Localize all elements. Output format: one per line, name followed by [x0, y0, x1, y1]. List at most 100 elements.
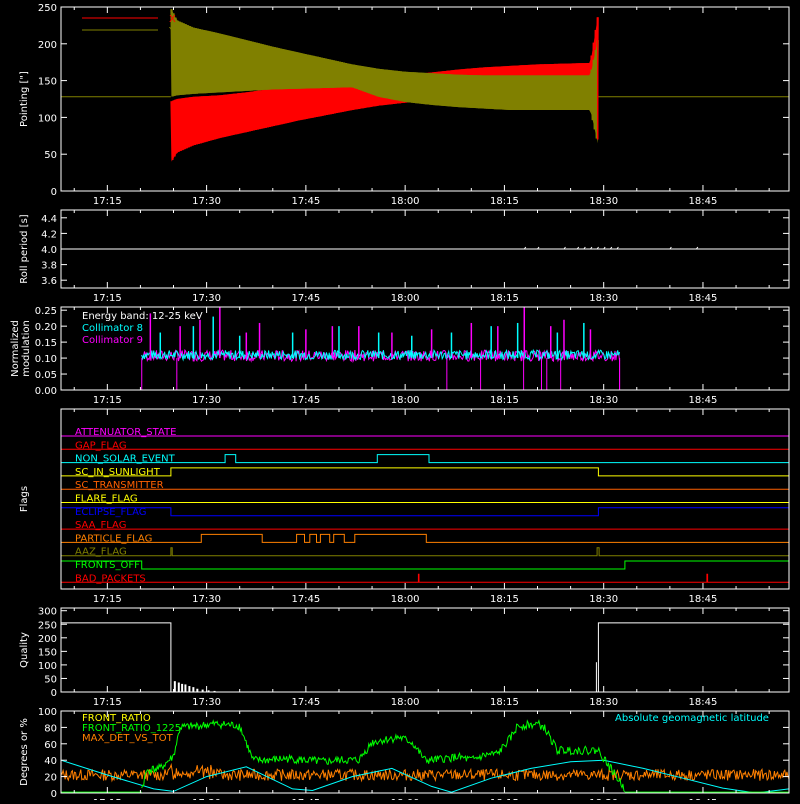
- x-tick-label: 18:15: [490, 395, 519, 406]
- roll-panel: 17:15 17:30 17:45 18:00 18:15 18:30 18:45 Roll …: [19, 209, 790, 304]
- x-tick-label: 18:00: [391, 594, 420, 605]
- x-tick-label: 17:15: [93, 196, 122, 207]
- x-tick-label: 17:15: [93, 395, 122, 406]
- x-tick-label: 18:00: [391, 196, 420, 207]
- modulation-panel: Energy band: 12-25 keVCollimator 8Collim…: [10, 306, 790, 406]
- x-tick-label: 18:15: [490, 293, 519, 304]
- x-tick-label: 18:00: [391, 697, 420, 708]
- plot-stage: X Y 17:15 17:30 17:45 18:00 18:15 18:30 18:45 Poi…: [0, 0, 800, 804]
- geomagnetic-latitude-annotation: Absolute geomagnetic latitude: [615, 713, 769, 724]
- y-tick-label: 0.00: [35, 386, 57, 397]
- y-tick-label: 0: [51, 789, 57, 800]
- x-tick-label: 18:45: [689, 196, 718, 207]
- x-tick-label: 18:45: [689, 395, 718, 406]
- x-tick-label: 18:30: [589, 293, 618, 304]
- x-tick-label: 18:30: [589, 196, 618, 207]
- flag-line-bad-packets: [61, 573, 789, 583]
- y-axis-label: Quality: [19, 632, 30, 668]
- y-tick-label: 200: [38, 634, 57, 645]
- max-det-vs-tot-line: [60, 762, 790, 783]
- y-axis-label: Roll period [s]: [19, 214, 30, 283]
- flag-label-sc-in-sunlight: SC_IN_SUNLIGHT: [75, 467, 161, 478]
- x-tick-label: 18:45: [689, 594, 718, 605]
- x-tick-label: 17:30: [192, 293, 221, 304]
- x-tick-label: 17:45: [291, 594, 320, 605]
- y-tick-label: 4.4: [41, 214, 57, 225]
- flag-label-saa-flag: SAA_FLAG: [75, 520, 126, 531]
- y-tick-label: 100: [38, 113, 57, 124]
- flag-label-attenuator-state: ATTENUATOR_STATE: [75, 427, 176, 438]
- x-tick-label: 17:30: [192, 196, 221, 207]
- y-axis-label: Flags: [19, 486, 30, 512]
- flag-label-fronts-off: FRONTS_OFF: [75, 560, 140, 571]
- y-tick-label: 0: [51, 688, 57, 699]
- x-tick-label: 18:30: [589, 594, 618, 605]
- x-tick-label: 18:45: [689, 697, 718, 708]
- y-tick-label: 0.15: [35, 338, 57, 349]
- x-tick-label: 17:15: [93, 594, 122, 605]
- legend-collimator-8: Collimator 8: [82, 323, 143, 334]
- y-tick-label: 300: [38, 607, 57, 618]
- y-tick-label: 0.20: [35, 322, 57, 333]
- y-tick-label: 40: [44, 756, 57, 767]
- y-tick-label: 100: [38, 707, 57, 718]
- flag-label-aaz-flag: AAZ_FLAG: [75, 547, 127, 558]
- y-axis-label: Pointing ["]: [19, 71, 30, 127]
- y-tick-label: 80: [44, 723, 57, 734]
- y-tick-label: 0.10: [35, 354, 57, 365]
- flag-label-bad-packets: BAD_PACKETS: [75, 573, 146, 584]
- pointing-panel: XY 17:15 17:30 17:45 18:00 18:15 18:30 18:45 Poi…: [19, 3, 790, 207]
- y-tick-label: 60: [44, 740, 57, 751]
- flag-label-gap-flag: GAP_FLAG: [75, 440, 127, 451]
- y-tick-label: 150: [38, 647, 57, 658]
- quality-line-1: [597, 622, 789, 692]
- legend-max-det-vs-tot: MAX_DET_VS_TOT: [82, 733, 174, 744]
- x-tick-label: 17:45: [291, 293, 320, 304]
- x-tick-label: 18:15: [490, 697, 519, 708]
- plot-frame: [60, 607, 790, 693]
- quality-panel: 17:15 17:30 17:45 18:00 18:15 18:30 18:45 Quali…: [19, 607, 790, 708]
- flag-line-sc-in-sunlight: [61, 467, 789, 477]
- x-tick-label: 17:15: [93, 697, 122, 708]
- flag-line-particle-flag: [61, 533, 789, 543]
- x-tick-label: 17:30: [192, 395, 221, 406]
- y-tick-label: 3.8: [41, 261, 57, 272]
- front-ratio-panel: FRONT_RATIOFRONT_RATIO_1225MAX_DET_VS_TO…: [19, 707, 790, 804]
- y-tick-label: 100: [38, 661, 57, 672]
- y-tick-label: 20: [44, 773, 57, 784]
- flag-label-eclipse-flag: ECLIPSE_FLAG: [75, 507, 146, 518]
- flag-line-fronts-off: [60, 560, 790, 570]
- x-tick-label: 17:45: [291, 395, 320, 406]
- flag-label-sc-transmitter: SC_TRANSMITTER: [75, 480, 164, 491]
- y-tick-label: 250: [38, 620, 57, 631]
- x-tick-label: 18:15: [490, 594, 519, 605]
- flag-label-non-solar-event: NON_SOLAR_EVENT: [75, 454, 176, 465]
- y-axis-label: Normalized: [10, 320, 21, 377]
- legend-collimator-9: Collimator 9: [82, 335, 143, 346]
- x-tick-label: 17:30: [192, 594, 221, 605]
- x-tick-label: 18:30: [589, 395, 618, 406]
- x-tick-label: 18:30: [589, 697, 618, 708]
- y-tick-label: 150: [38, 77, 57, 88]
- y-axis-label-2: modulation: [21, 320, 32, 377]
- legend-label-x: X: [169, 14, 176, 25]
- x-tick-label: 17:30: [192, 697, 221, 708]
- y-tick-label: 0: [51, 187, 57, 198]
- y-tick-label: 3.6: [41, 276, 57, 287]
- flags-panel: ATTENUATOR_STATE GAP_FLAG NON_SOLAR_EVENT S…: [19, 408, 790, 605]
- flag-label-flare-flag: FLARE_FLAG: [75, 494, 138, 505]
- quality-line-0: [61, 622, 172, 692]
- front-ratio-1225-line: [141, 719, 626, 793]
- energy-band-annotation: Energy band: 12-25 keV: [82, 311, 203, 322]
- y-tick-label: 4.2: [41, 229, 57, 240]
- y-tick-label: 0.25: [35, 306, 57, 317]
- x-tick-label: 17:45: [291, 697, 320, 708]
- legend-label-y: Y: [168, 26, 176, 37]
- y-tick-label: 50: [44, 674, 57, 685]
- y-tick-label: 200: [38, 40, 57, 51]
- y-tick-label: 0.05: [35, 370, 57, 381]
- y-tick-label: 250: [38, 3, 57, 14]
- flag-line-aaz-flag: [61, 547, 789, 557]
- y-tick-label: 4.0: [41, 245, 57, 256]
- y-axis-label: Degrees or %: [19, 718, 30, 786]
